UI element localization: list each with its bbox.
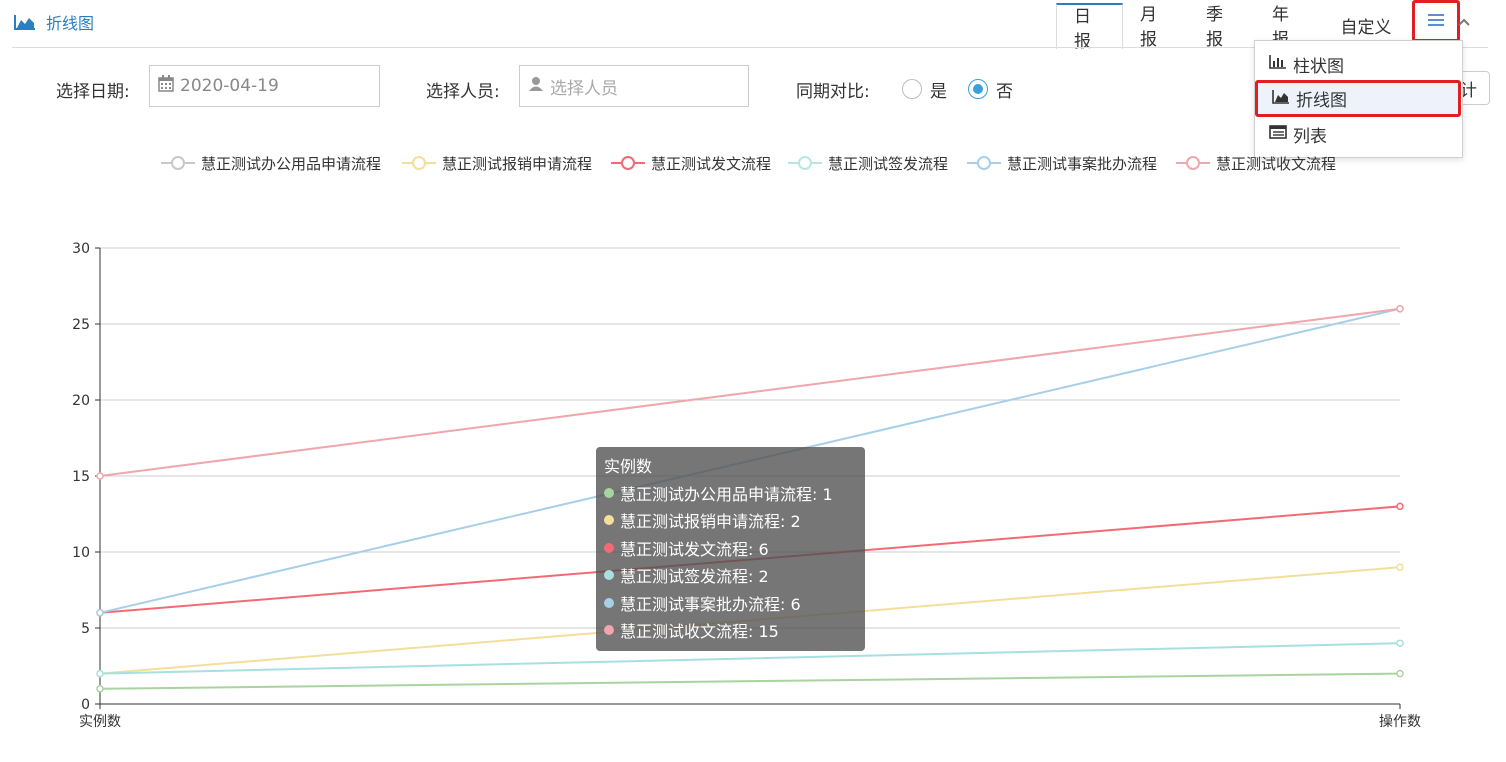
tab-quarterly[interactable]: 季报 (1189, 3, 1255, 50)
legend-label: 慧正测试事案批办流程 (1007, 154, 1158, 173)
tab-daily[interactable]: 日报 (1056, 3, 1123, 52)
tooltip-row: 慧正测试报销申请流程: 2 (604, 507, 857, 535)
area-chart-icon (14, 14, 36, 30)
compare-no-label[interactable]: 否 (996, 77, 1013, 102)
user-icon (528, 76, 544, 97)
chart-type-dropdown: 柱状图 折线图 列表 (1254, 40, 1463, 158)
series-dot (604, 570, 614, 581)
date-value: 2020-04-19 (180, 76, 279, 96)
menu-item-bar-chart[interactable]: 柱状图 (1255, 47, 1462, 81)
data-point (1396, 639, 1404, 647)
legend-label: 慧正测试发文流程 (651, 154, 772, 173)
page-title-text: 折线图 (46, 14, 95, 33)
compare-label: 同期对比: (796, 82, 870, 102)
tooltip-row-text: 慧正测试报销申请流程: 2 (620, 512, 801, 532)
tooltip-row-text: 慧正测试事案批办流程: 6 (620, 594, 801, 614)
tab-monthly[interactable]: 月报 (1123, 3, 1189, 50)
chart-legend: 慧正测试办公用品申请流程 慧正测试报销申请流程 慧正测试发文流程 慧正测试签发流… (0, 148, 1506, 178)
series-dot (604, 542, 614, 553)
page-title: 折线图 (14, 8, 94, 36)
legend-item[interactable]: 慧正测试报销申请流程 (402, 148, 592, 178)
legend-label: 慧正测试报销申请流程 (442, 154, 593, 173)
hamburger-icon (1428, 12, 1444, 31)
date-label: 选择日期: (56, 82, 130, 102)
bar-chart-icon (1269, 54, 1287, 74)
y-tick-label: 25 (72, 317, 90, 333)
list-icon (1269, 124, 1287, 144)
tooltip-row: 慧正测试事案批办流程: 6 (604, 589, 857, 617)
calendar-icon (158, 75, 174, 97)
data-point (96, 609, 104, 617)
tooltip-row-text: 慧正测试收文流程: 15 (620, 622, 779, 642)
y-tick-label: 10 (72, 545, 90, 561)
compare-no-radio[interactable] (968, 79, 988, 99)
legend-item[interactable]: 慧正测试收文流程 (1176, 148, 1336, 178)
compare-yes-radio[interactable] (902, 79, 922, 99)
series-line (99, 672, 1401, 690)
y-tick-label: 30 (72, 241, 90, 257)
data-point (1396, 563, 1404, 571)
legend-label: 慧正测试办公用品申请流程 (201, 154, 382, 173)
data-point (1396, 305, 1404, 313)
data-point (96, 685, 104, 693)
date-picker-input[interactable]: 2020-04-19 (149, 65, 380, 107)
legend-item[interactable]: 慧正测试办公用品申请流程 (161, 148, 381, 178)
compare-yes-label[interactable]: 是 (930, 77, 947, 102)
menu-item-label: 柱状图 (1293, 56, 1344, 77)
x-tick-label: 操作数 (1379, 714, 1421, 730)
area-chart-icon (1272, 89, 1290, 109)
legend-item[interactable]: 慧正测试事案批办流程 (967, 148, 1157, 178)
data-point (96, 472, 104, 480)
person-placeholder: 选择人员 (550, 78, 618, 99)
legend-item[interactable]: 慧正测试发文流程 (611, 148, 771, 178)
series-dot (604, 487, 614, 498)
tooltip-title: 实例数 (604, 457, 653, 476)
y-tick-label: 5 (81, 621, 90, 637)
person-label: 选择人员: (426, 82, 500, 102)
tooltip-row: 慧正测试收文流程: 15 (604, 617, 857, 645)
tooltip-row-text: 慧正测试办公用品申请流程: 1 (620, 484, 833, 504)
chart-tooltip: 实例数 慧正测试办公用品申请流程: 1 慧正测试报销申请流程: 2 慧正测试发文… (596, 447, 865, 651)
tooltip-row-text: 慧正测试发文流程: 6 (620, 539, 769, 559)
y-tick-label: 20 (72, 393, 90, 409)
series-dot (604, 625, 614, 636)
series-dot (604, 597, 614, 608)
legend-label: 慧正测试签发流程 (828, 154, 949, 173)
menu-item-list[interactable]: 列表 (1255, 117, 1462, 151)
y-tick-label: 15 (72, 469, 90, 485)
menu-item-label: 列表 (1293, 126, 1327, 147)
tooltip-row: 慧正测试发文流程: 6 (604, 534, 857, 562)
menu-item-line-chart[interactable]: 折线图 (1255, 80, 1461, 117)
y-tick-label: 0 (81, 697, 90, 713)
data-point (96, 669, 104, 678)
tooltip-row: 慧正测试签发流程: 2 (604, 562, 857, 590)
x-tick-label: 实例数 (79, 714, 121, 730)
legend-label: 慧正测试收文流程 (1216, 154, 1337, 173)
data-point (1396, 502, 1404, 511)
data-point (1396, 669, 1404, 678)
menu-item-label: 折线图 (1296, 91, 1347, 111)
chart-type-menu-button[interactable] (1412, 0, 1460, 42)
tooltip-row-text: 慧正测试签发流程: 2 (620, 567, 769, 587)
series-dot (604, 515, 614, 526)
person-select-input[interactable]: 选择人员 (519, 65, 749, 107)
chevron-up-icon[interactable] (1458, 12, 1470, 31)
tooltip-row: 慧正测试办公用品申请流程: 1 (604, 479, 857, 507)
legend-item[interactable]: 慧正测试签发流程 (788, 148, 948, 178)
